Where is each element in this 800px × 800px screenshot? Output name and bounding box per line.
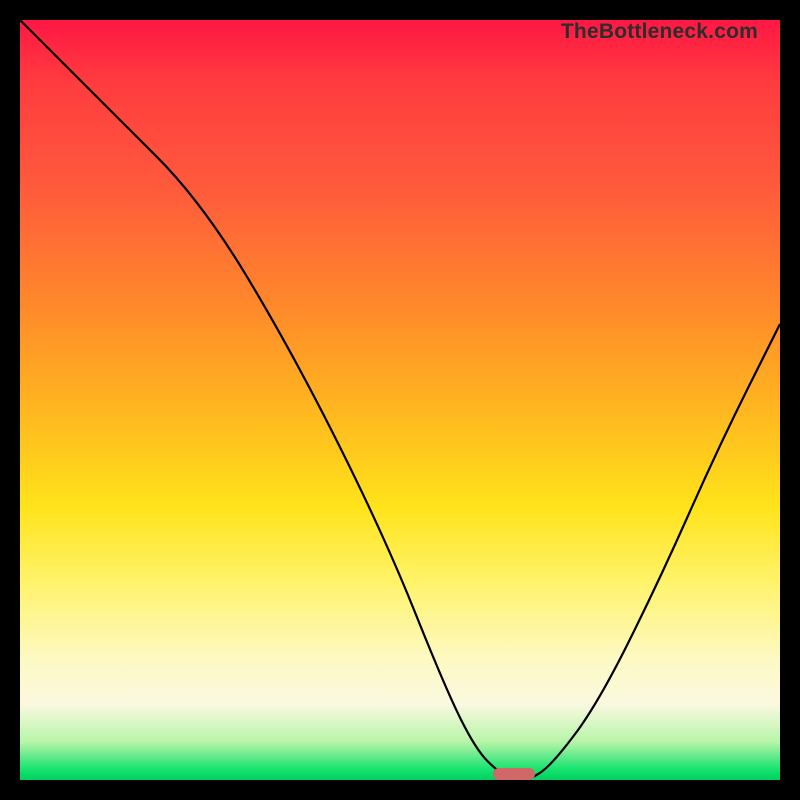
curve-path [20,20,780,780]
chart-frame: TheBottleneck.com [0,0,800,800]
optimal-marker [493,768,535,780]
plot-area: TheBottleneck.com [20,20,780,780]
bottleneck-curve [20,20,780,780]
